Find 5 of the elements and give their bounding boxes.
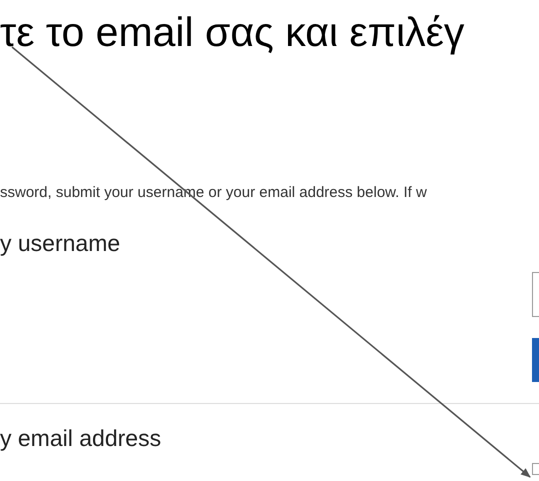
- section-heading: y username: [0, 229, 122, 257]
- input-field[interactable]: [532, 272, 539, 317]
- instruction-text: τε το email σας και επιλέγ: [0, 8, 466, 56]
- section-heading: y email address: [0, 424, 162, 452]
- input-field[interactable]: [532, 463, 539, 475]
